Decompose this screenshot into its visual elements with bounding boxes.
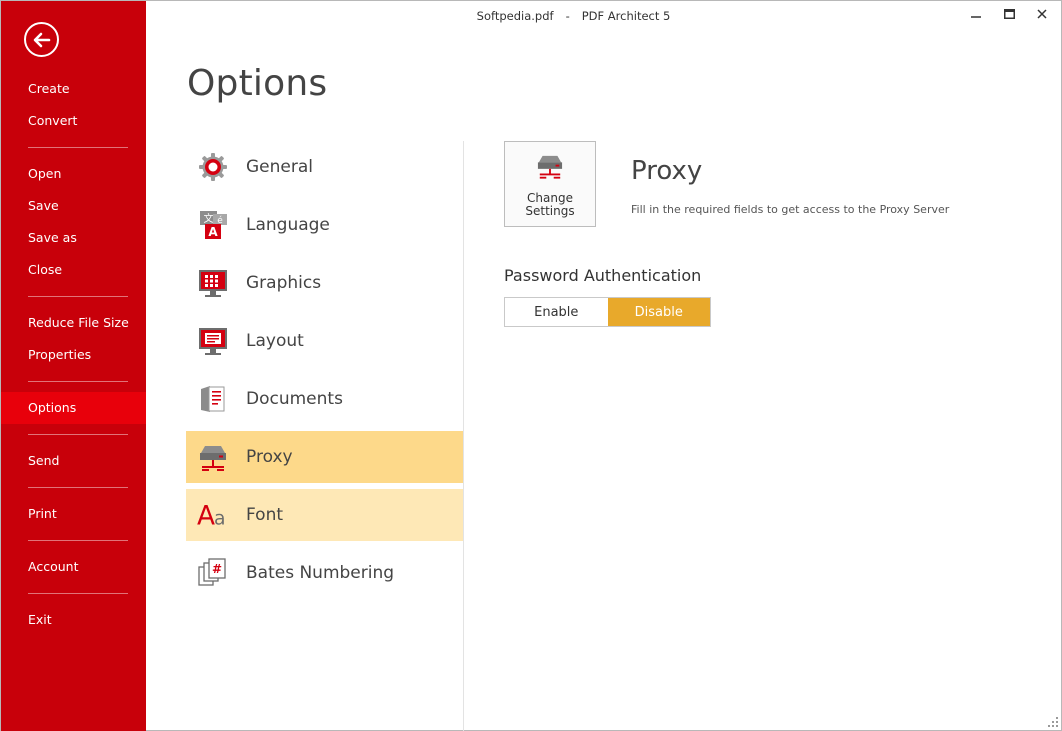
nav-item-save-as[interactable]: Save as: [1, 222, 146, 254]
gear-icon: [197, 151, 229, 183]
minimize-icon: [971, 16, 981, 18]
nav-divider: [28, 296, 128, 297]
backstage-nav: Create Convert Open Save Save as Close R…: [1, 73, 146, 636]
category-documents[interactable]: Documents: [186, 373, 463, 425]
monitor-layout-icon: [197, 325, 229, 357]
section-title: Proxy: [631, 156, 703, 186]
back-button[interactable]: [24, 22, 59, 57]
title-separator: -: [565, 9, 570, 23]
category-general[interactable]: General: [186, 141, 463, 193]
nav-divider: [28, 434, 128, 435]
enable-option[interactable]: Enable: [505, 298, 608, 326]
disable-option[interactable]: Disable: [607, 298, 710, 326]
category-proxy[interactable]: Proxy: [186, 431, 463, 483]
nav-item-close[interactable]: Close: [1, 254, 146, 286]
section-description: Fill in the required fields to get acces…: [631, 203, 950, 216]
change-settings-line: Settings: [525, 204, 575, 218]
window-title: Softpedia.pdf - PDF Architect 5: [146, 9, 1061, 23]
category-label: Bates Numbering: [246, 563, 395, 583]
category-label: Graphics: [246, 273, 322, 293]
server-icon: [535, 154, 565, 184]
nav-item-reduce-file-size[interactable]: Reduce File Size: [1, 307, 146, 339]
maximize-button[interactable]: [998, 5, 1020, 23]
resize-grip-icon[interactable]: [1047, 716, 1059, 728]
nav-divider: [28, 147, 128, 148]
category-language[interactable]: 文 é A Language: [186, 199, 463, 251]
server-icon: [197, 441, 229, 473]
password-authentication-label: Password Authentication: [504, 266, 702, 285]
app-window: Create Convert Open Save Save as Close R…: [0, 0, 1062, 731]
nav-item-options[interactable]: Options: [1, 392, 146, 424]
options-category-list: General 文 é A Language Graphics Layout D…: [186, 141, 463, 605]
monitor-grid-icon: [197, 267, 229, 299]
file-name: Softpedia.pdf: [476, 9, 554, 23]
category-layout[interactable]: Layout: [186, 315, 463, 367]
minimize-button[interactable]: [965, 5, 987, 23]
svg-text:A: A: [197, 501, 215, 531]
panel-divider: [463, 141, 464, 731]
nav-item-print[interactable]: Print: [1, 498, 146, 530]
back-arrow-icon: [33, 32, 50, 47]
nav-item-save[interactable]: Save: [1, 190, 146, 222]
change-settings-button[interactable]: Change Settings: [504, 141, 596, 227]
nav-item-account[interactable]: Account: [1, 551, 146, 583]
app-name: PDF Architect 5: [581, 9, 671, 23]
password-authentication-toggle: Enable Disable: [504, 297, 711, 327]
documents-icon: [197, 383, 229, 415]
maximize-icon: [1003, 9, 1015, 19]
nav-item-send[interactable]: Send: [1, 445, 146, 477]
title-bar: Softpedia.pdf - PDF Architect 5: [146, 1, 1061, 31]
svg-text:a: a: [214, 508, 226, 529]
font-icon: A a: [197, 499, 229, 531]
category-label: General: [246, 157, 313, 177]
svg-text:#: #: [212, 562, 222, 576]
bates-numbering-icon: #: [197, 557, 229, 589]
language-icon: 文 é A: [197, 209, 229, 241]
svg-text:文: 文: [204, 212, 214, 225]
nav-item-convert[interactable]: Convert: [1, 105, 146, 137]
category-graphics[interactable]: Graphics: [186, 257, 463, 309]
backstage-sidebar: Create Convert Open Save Save as Close R…: [1, 1, 146, 731]
nav-divider: [28, 381, 128, 382]
nav-divider: [28, 593, 128, 594]
close-window-button[interactable]: [1031, 5, 1053, 23]
nav-divider: [28, 540, 128, 541]
page-title: Options: [187, 63, 328, 104]
category-font[interactable]: A a Font: [186, 489, 463, 541]
category-label: Proxy: [246, 447, 293, 467]
close-icon: [1037, 9, 1047, 19]
category-bates-numbering[interactable]: # Bates Numbering: [186, 547, 463, 599]
nav-item-properties[interactable]: Properties: [1, 339, 146, 371]
nav-divider: [28, 487, 128, 488]
svg-text:A: A: [208, 225, 218, 239]
category-label: Font: [246, 505, 284, 525]
nav-item-exit[interactable]: Exit: [1, 604, 146, 636]
category-label: Language: [246, 215, 330, 235]
category-label: Layout: [246, 331, 304, 351]
category-label: Documents: [246, 389, 343, 409]
nav-item-open[interactable]: Open: [1, 158, 146, 190]
nav-item-create[interactable]: Create: [1, 73, 146, 105]
change-settings-label: Change Settings: [505, 192, 595, 218]
